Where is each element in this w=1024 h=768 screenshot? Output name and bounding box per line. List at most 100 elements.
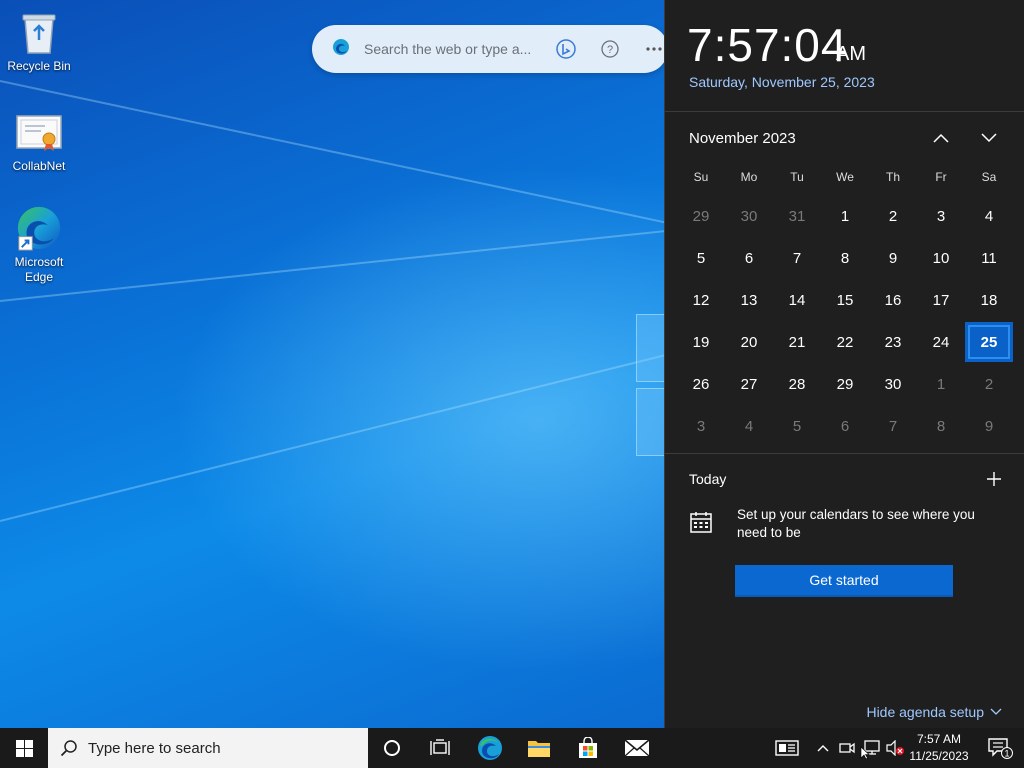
calendar-day[interactable]: 4	[725, 406, 773, 446]
calendar-day[interactable]: 12	[677, 280, 725, 320]
weekday-header: Sa	[981, 170, 997, 184]
taskbar-edge-button[interactable]	[466, 728, 514, 768]
calendar-day[interactable]: 18	[965, 280, 1013, 320]
divider	[665, 453, 1024, 454]
calendar-day[interactable]: 31	[773, 196, 821, 236]
file-explorer-button[interactable]	[515, 728, 563, 768]
edge-search-bar[interactable]: Search the web or type a... ?	[312, 25, 668, 73]
calendar-day[interactable]: 14	[773, 280, 821, 320]
microsoft-store-button[interactable]	[564, 728, 612, 768]
calendar-day[interactable]: 8	[917, 406, 965, 446]
calendar-day[interactable]: 26	[677, 364, 725, 404]
get-started-button[interactable]: Get started	[735, 565, 953, 597]
calendar-day[interactable]: 29	[821, 364, 869, 404]
edge-search-input[interactable]: Search the web or type a...	[364, 41, 534, 57]
divider	[665, 111, 1024, 112]
desktop-icon-label: CollabNet	[12, 159, 66, 173]
taskbar-date: 11/25/2023	[909, 749, 969, 763]
calendar-day[interactable]: 24	[917, 322, 965, 362]
desktop-icon-recycle-bin[interactable]: Recycle Bin	[1, 8, 77, 74]
previous-month-button[interactable]	[927, 124, 955, 152]
weekday-header: Mo	[740, 170, 758, 184]
calendar-day[interactable]: 20	[725, 322, 773, 362]
chevron-down-icon	[981, 133, 997, 143]
help-icon[interactable]: ?	[598, 37, 622, 61]
store-icon	[579, 737, 597, 758]
search-icon	[60, 740, 77, 757]
weekday-header: Fr	[935, 170, 947, 184]
agenda-setup-text: Set up your calendars to see where you n…	[737, 507, 975, 540]
calendar-day[interactable]: 16	[869, 280, 917, 320]
bing-chat-icon[interactable]	[554, 37, 578, 61]
action-center-button[interactable]: 1	[976, 728, 1024, 768]
wallpaper-ray	[0, 220, 756, 302]
calendar-day[interactable]: 30	[869, 364, 917, 404]
calendar-day[interactable]: 7	[869, 406, 917, 446]
taskbar-clock[interactable]: 7:57 AM 11/25/2023	[908, 731, 970, 765]
desktop-icon-collabnet[interactable]: CollabNet	[1, 108, 77, 174]
network-button[interactable]	[859, 728, 883, 768]
edge-icon	[15, 204, 63, 252]
more-options-icon[interactable]	[642, 37, 666, 61]
calendar-day[interactable]: 3	[677, 406, 725, 446]
wallpaper-ray	[0, 80, 744, 240]
recycle-bin-icon	[15, 8, 63, 56]
calendar-day[interactable]: 30	[725, 196, 773, 236]
calendar-day[interactable]: 6	[821, 406, 869, 446]
task-view-button[interactable]	[416, 728, 464, 768]
calendar-day[interactable]: 17	[917, 280, 965, 320]
calendar-day[interactable]: 2	[869, 196, 917, 236]
calendar-day[interactable]: 11	[965, 238, 1013, 278]
plus-icon	[987, 472, 1001, 486]
cortana-button[interactable]	[368, 728, 416, 768]
calendar-day[interactable]: 23	[869, 322, 917, 362]
news-widget-button[interactable]	[772, 728, 802, 768]
calendar-day[interactable]: 7	[773, 238, 821, 278]
calendar-day[interactable]: 8	[821, 238, 869, 278]
folder-icon	[528, 741, 550, 757]
meet-now-button[interactable]	[838, 728, 856, 768]
mail-button[interactable]	[613, 728, 661, 768]
calendar-day[interactable]: 1	[917, 364, 965, 404]
flyout-long-date[interactable]: Saturday, November 25, 2023	[689, 74, 875, 90]
svg-text:?: ?	[607, 44, 613, 56]
calendar-day[interactable]: 4	[965, 196, 1013, 236]
edge-icon	[332, 38, 350, 61]
calendar-day[interactable]: 15	[821, 280, 869, 320]
calendar-day[interactable]: 3	[917, 196, 965, 236]
edge-icon	[478, 736, 502, 760]
notification-count: 1	[1004, 749, 1009, 759]
calendar-day[interactable]: 27	[725, 364, 773, 404]
calendar-day[interactable]: 6	[725, 238, 773, 278]
month-label[interactable]: November 2023	[689, 130, 796, 147]
next-month-button[interactable]	[975, 124, 1003, 152]
start-button[interactable]	[0, 728, 48, 768]
calendar-day[interactable]: 9	[965, 406, 1013, 446]
calendar-day[interactable]: 5	[773, 406, 821, 446]
taskbar-search-box[interactable]: Type here to search	[48, 728, 368, 768]
taskbar-search-placeholder: Type here to search	[88, 739, 221, 757]
calendar-day[interactable]: 2	[965, 364, 1013, 404]
desktop-icon-microsoft-edge[interactable]: Microsoft Edge	[1, 204, 77, 285]
calendar-day-today[interactable]: 25	[965, 322, 1013, 362]
calendar-day[interactable]: 19	[677, 322, 725, 362]
calendar-day[interactable]: 29	[677, 196, 725, 236]
task-view-icon	[430, 739, 450, 755]
flyout-clock: 7:57:04	[687, 19, 848, 71]
hide-agenda-link[interactable]: Hide agenda setup	[866, 704, 1002, 720]
calendar-day[interactable]: 5	[677, 238, 725, 278]
chevron-down-icon	[990, 708, 1002, 715]
calendar-day[interactable]: 28	[773, 364, 821, 404]
flyout-ampm: AM	[836, 43, 866, 65]
certificate-icon	[15, 108, 63, 156]
add-event-button[interactable]	[981, 466, 1007, 492]
volume-button[interactable]	[884, 728, 906, 768]
calendar-day[interactable]: 10	[917, 238, 965, 278]
calendar-day[interactable]: 1	[821, 196, 869, 236]
calendar-day[interactable]: 21	[773, 322, 821, 362]
calendar-day[interactable]: 22	[821, 322, 869, 362]
show-hidden-icons-button[interactable]	[814, 728, 832, 768]
calendar-day[interactable]: 13	[725, 280, 773, 320]
taskbar-time: 7:57 AM	[916, 732, 962, 746]
calendar-day[interactable]: 9	[869, 238, 917, 278]
